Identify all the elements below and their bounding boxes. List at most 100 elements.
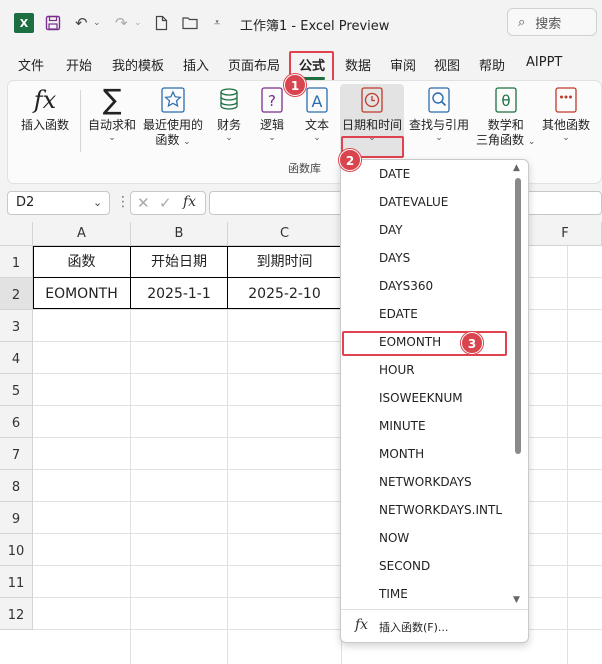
menu-item-networkdays-intl[interactable]: NETWORKDAYS.INTL (379, 503, 502, 517)
logical-button[interactable]: ? 逻辑 ⌄ (259, 86, 285, 143)
column-header-b[interactable]: B (131, 222, 228, 246)
financial-button[interactable]: 财务 ⌄ (216, 86, 242, 143)
tab-review[interactable]: 审阅 (390, 55, 416, 74)
column-header-f[interactable]: F (529, 222, 602, 246)
fx-button[interactable]: fx (183, 194, 196, 210)
row-header-8[interactable]: 8 (0, 470, 33, 502)
open-folder-icon[interactable] (182, 12, 199, 34)
row-header-2[interactable]: 2 (0, 278, 33, 310)
cell-b2[interactable]: 2025-1-1 (131, 278, 227, 310)
cell-a2[interactable]: EOMONTH (33, 278, 130, 310)
menu-item-days[interactable]: DAYS (379, 251, 410, 265)
step-badge-1: 1 (284, 74, 306, 96)
chevron-down-icon: ⌄ (527, 137, 536, 147)
autosum-button[interactable]: ∑ 自动求和 ⌄ (88, 86, 136, 144)
row-header-5[interactable]: 5 (0, 374, 33, 406)
text-button[interactable]: A 文本 ⌄ (304, 86, 330, 143)
scroll-down-icon[interactable]: ▼ (513, 595, 520, 605)
menu-item-insert-function[interactable]: 插入函数(F)... (379, 619, 448, 635)
lookup-reference-label: 查找与引用 (409, 118, 470, 132)
row-header-4[interactable]: 4 (0, 342, 33, 374)
tab-view[interactable]: 视图 (434, 55, 460, 74)
redo-dropdown-icon[interactable]: ⌄ (134, 12, 142, 34)
financial-label: 财务 (216, 118, 241, 132)
coins-icon (216, 86, 242, 114)
row-header-1[interactable]: 1 (0, 246, 33, 278)
enter-icon[interactable]: ✓ (159, 194, 172, 212)
date-time-button[interactable]: 日期和时间 ⌄ (342, 86, 402, 143)
menu-item-datevalue[interactable]: DATEVALUE (379, 195, 448, 209)
menu-item-hour[interactable]: HOUR (379, 363, 415, 377)
insert-function-button[interactable]: fx 插入函数 (21, 86, 69, 133)
tab-my-templates[interactable]: 我的模板 (112, 55, 164, 74)
menu-item-date[interactable]: DATE (379, 167, 410, 181)
menu-item-networkdays[interactable]: NETWORKDAYS (379, 475, 472, 489)
new-file-icon[interactable] (155, 12, 168, 34)
svg-text:A: A (312, 92, 323, 111)
undo-icon[interactable]: ↶ (75, 12, 88, 34)
tab-aippt[interactable]: AIPPT (526, 55, 562, 70)
select-all-corner[interactable] (0, 222, 33, 246)
lookup-reference-button[interactable]: 查找与引用 ⌄ (409, 86, 469, 143)
menu-item-days360[interactable]: DAYS360 (379, 279, 433, 293)
more-dots-icon (553, 86, 579, 114)
redo-icon[interactable]: ↷ (115, 12, 128, 34)
search-icon: ⌕ (518, 14, 526, 30)
menu-item-edate[interactable]: EDATE (379, 307, 418, 321)
date-time-label: 日期和时间 (342, 118, 403, 132)
column-header-c[interactable]: C (228, 222, 342, 246)
chevron-down-icon: ⌄ (108, 133, 116, 143)
tab-home[interactable]: 开始 (66, 55, 92, 74)
more-functions-button[interactable]: 其他函数 ⌄ (542, 86, 590, 143)
column-header-a[interactable]: A (33, 222, 131, 246)
cell-c2[interactable]: 2025-2-10 (228, 278, 341, 310)
chevron-down-icon: ⌄ (225, 133, 233, 143)
cell-b1[interactable]: 开始日期 (131, 246, 227, 278)
save-icon[interactable] (45, 12, 61, 34)
undo-dropdown-icon[interactable]: ⌄ (93, 12, 101, 34)
cancel-icon[interactable]: ✕ (137, 194, 150, 212)
star-icon (160, 86, 186, 114)
menu-item-second[interactable]: SECOND (379, 559, 430, 573)
customize-toolbar-icon[interactable]: ⩡ (214, 12, 220, 34)
menu-item-minute[interactable]: MINUTE (379, 419, 426, 433)
row-header-11[interactable]: 11 (0, 566, 33, 598)
recently-used-label-1: 最近使用的 (143, 118, 204, 132)
menu-item-time[interactable]: TIME (379, 587, 408, 601)
tab-help[interactable]: 帮助 (479, 55, 505, 74)
svg-text:?: ? (268, 92, 276, 110)
row-header-9[interactable]: 9 (0, 502, 33, 534)
chevron-down-icon: ⌄ (268, 133, 276, 143)
math-trig-button[interactable]: θ 数学和 三角函数 ⌄ (476, 86, 535, 150)
excel-app-icon: X (14, 13, 34, 33)
cell-c1[interactable]: 到期时间 (228, 246, 341, 278)
menu-item-now[interactable]: NOW (379, 531, 409, 545)
tab-page-layout[interactable]: 页面布局 (228, 55, 280, 74)
row-header-12[interactable]: 12 (0, 598, 33, 630)
menu-scrollbar-thumb[interactable] (515, 178, 521, 454)
clock-icon (359, 86, 385, 114)
tab-file[interactable]: 文件 (18, 55, 44, 74)
more-options-icon[interactable]: ⋮ (116, 194, 130, 210)
tab-data[interactable]: 数据 (345, 55, 371, 74)
row-header-7[interactable]: 7 (0, 438, 33, 470)
step-badge-2: 2 (339, 149, 361, 171)
scroll-up-icon[interactable]: ▲ (513, 163, 520, 173)
theta-icon: θ (493, 86, 519, 114)
fx-icon: fx (355, 617, 369, 633)
row-header-10[interactable]: 10 (0, 534, 33, 566)
tab-insert[interactable]: 插入 (183, 55, 209, 74)
question-icon: ? (259, 86, 285, 114)
search-box[interactable]: ⌕ 搜索 (507, 8, 597, 36)
menu-item-isoweeknum[interactable]: ISOWEEKNUM (379, 391, 463, 405)
row-header-6[interactable]: 6 (0, 406, 33, 438)
chevron-down-icon: ⌄ (313, 133, 321, 143)
cell-a1[interactable]: 函数 (33, 246, 130, 278)
chevron-down-icon: ⌄ (183, 137, 191, 147)
recently-used-button[interactable]: 最近使用的 函数 ⌄ (143, 86, 203, 150)
menu-item-day[interactable]: DAY (379, 223, 403, 237)
row-header-3[interactable]: 3 (0, 310, 33, 342)
document-title: 工作簿1 - Excel Preview (240, 19, 390, 34)
menu-item-month[interactable]: MONTH (379, 447, 424, 461)
chevron-down-icon[interactable]: ⌄ (93, 196, 102, 209)
